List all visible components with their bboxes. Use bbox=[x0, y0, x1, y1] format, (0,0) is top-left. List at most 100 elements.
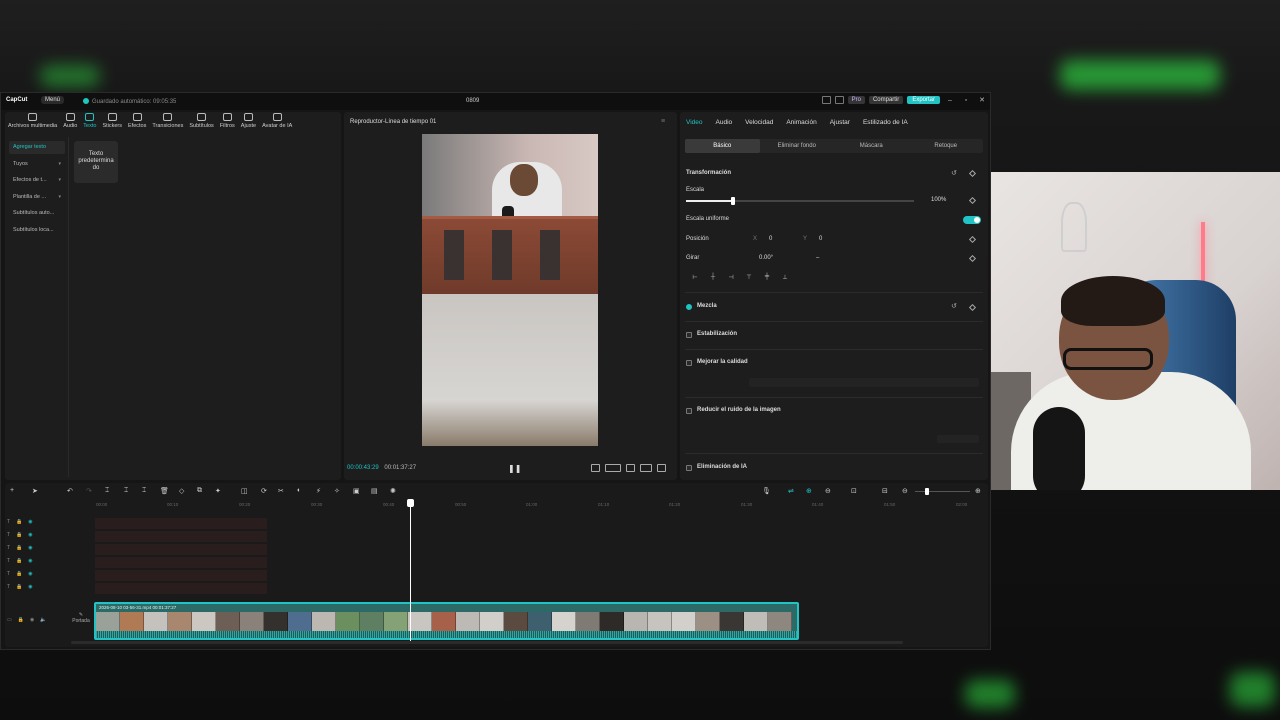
zoom-slider[interactable] bbox=[915, 491, 970, 492]
fullscreen-icon[interactable] bbox=[657, 464, 666, 472]
uniform-scale-toggle[interactable] bbox=[963, 216, 981, 224]
playhead[interactable] bbox=[407, 499, 414, 641]
ghost-text-clip[interactable] bbox=[95, 583, 267, 594]
enhance-checkbox[interactable] bbox=[686, 360, 692, 366]
tool-text[interactable]: Texto bbox=[80, 113, 99, 135]
share-button[interactable]: Compartir bbox=[868, 96, 904, 104]
stabilize-checkbox[interactable] bbox=[686, 332, 692, 338]
noise-checkbox[interactable] bbox=[686, 408, 692, 414]
shortcut-icon[interactable] bbox=[834, 96, 844, 104]
zoom-slider-handle[interactable] bbox=[925, 488, 929, 495]
tool-ai-avatar[interactable]: Avatar de IA bbox=[259, 113, 295, 135]
undo-icon[interactable]: ↶ bbox=[67, 487, 73, 495]
crop-icon[interactable] bbox=[591, 464, 600, 472]
align-bottom-icon[interactable]: ⊥ bbox=[778, 274, 792, 284]
ghost-text-clip[interactable] bbox=[95, 544, 267, 555]
maximize-icon[interactable]: ▫ bbox=[960, 97, 972, 104]
tool-stickers[interactable]: Stickers bbox=[99, 113, 125, 135]
speed-icon[interactable]: ⚡ bbox=[316, 487, 321, 495]
minimize-icon[interactable]: – bbox=[944, 97, 956, 104]
ai-tool-icon[interactable]: ✺ bbox=[390, 487, 396, 495]
cut-icon[interactable]: ✂ bbox=[278, 487, 284, 495]
tab-audio[interactable]: Audio bbox=[716, 119, 733, 126]
reset-icon[interactable]: ↺ bbox=[951, 302, 957, 310]
menu-button[interactable]: Menú bbox=[41, 96, 65, 104]
tool-effects[interactable]: Efectos bbox=[125, 113, 149, 135]
track-header[interactable]: T 🔒 ◉ bbox=[7, 532, 67, 542]
sidemenu-local-captions[interactable]: Subtítulos loca... bbox=[9, 224, 65, 237]
crop-tool-icon[interactable]: ⧉ bbox=[197, 487, 202, 495]
video-preview[interactable] bbox=[422, 134, 598, 446]
pro-button[interactable]: Pro bbox=[847, 96, 865, 104]
tab-animation[interactable]: Animación bbox=[786, 119, 816, 126]
rotate-tool-icon[interactable]: ⟳ bbox=[261, 487, 267, 495]
freeze-icon[interactable]: ◐ bbox=[297, 487, 301, 494]
export-button[interactable]: Exportar bbox=[907, 96, 940, 104]
subtab-retouch[interactable]: Retoque bbox=[909, 139, 984, 153]
tool-media[interactable]: Archivos multimedia bbox=[5, 113, 60, 135]
tab-speed[interactable]: Velocidad bbox=[745, 119, 773, 126]
link-icon[interactable]: ⇌ bbox=[788, 487, 794, 495]
align-center-icon[interactable]: ┼ bbox=[706, 274, 720, 284]
align-left-icon[interactable]: ⊢ bbox=[688, 274, 702, 284]
image-icon[interactable]: ▤ bbox=[371, 487, 378, 495]
sidemenu-text-effects[interactable]: Efectos de t... ▾ bbox=[9, 174, 65, 187]
tool-subtitles[interactable]: Subtítulos bbox=[186, 113, 216, 135]
split-left-icon[interactable]: ⌶ bbox=[124, 487, 128, 495]
magic-icon[interactable]: ✧ bbox=[334, 487, 340, 495]
tab-video[interactable]: Video bbox=[686, 119, 703, 126]
timeline-scrollbar[interactable] bbox=[71, 641, 903, 644]
main-track-header[interactable]: ▭ 🔒 ◉ 🔈 bbox=[7, 617, 67, 627]
position-x-input[interactable]: 0 bbox=[769, 236, 772, 242]
scale-value[interactable]: 100% bbox=[931, 197, 946, 203]
screen-icon[interactable]: ▣ bbox=[353, 487, 360, 495]
subtab-remove-bg[interactable]: Eliminar fondo bbox=[760, 139, 835, 153]
default-text-card[interactable]: Texto predetermina do bbox=[74, 141, 118, 183]
pause-icon[interactable]: ❚❚ bbox=[508, 464, 521, 473]
tab-ai-style[interactable]: Estilizado de IA bbox=[863, 119, 908, 126]
align-middle-icon[interactable]: ╪ bbox=[760, 274, 774, 284]
cover-button[interactable]: ✎ Portada bbox=[70, 612, 92, 624]
track-header[interactable]: T 🔒 ◉ bbox=[7, 571, 67, 581]
redo-icon[interactable]: ↷ bbox=[86, 487, 92, 495]
subtab-basic[interactable]: Básico bbox=[685, 139, 760, 153]
track-header[interactable]: T 🔒 ◉ bbox=[7, 584, 67, 594]
track-header[interactable]: T 🔒 ◉ bbox=[7, 545, 67, 555]
scale-slider-handle[interactable] bbox=[731, 197, 735, 205]
ghost-text-clip[interactable] bbox=[95, 531, 267, 542]
subtab-mask[interactable]: Máscara bbox=[834, 139, 909, 153]
rotate-flip[interactable]: – bbox=[816, 255, 819, 261]
add-track-icon[interactable]: + bbox=[10, 487, 14, 494]
zoom-out-icon[interactable]: ⊖ bbox=[902, 487, 908, 495]
quality-icon[interactable] bbox=[605, 464, 621, 472]
sidemenu-yours[interactable]: Tuyos ▾ bbox=[9, 158, 65, 171]
track-header[interactable]: T 🔒 ◉ bbox=[7, 558, 67, 568]
reset-icon[interactable]: ↺ bbox=[951, 169, 957, 177]
split-right-icon[interactable]: ⌶ bbox=[142, 487, 146, 495]
split-icon[interactable]: ⌶ bbox=[105, 487, 109, 495]
marker-icon[interactable]: ◇ bbox=[179, 487, 184, 495]
select-tool-icon[interactable]: ➤ bbox=[32, 487, 38, 495]
mirror-icon[interactable]: ◫ bbox=[241, 487, 248, 495]
chain-icon[interactable]: ⊖ bbox=[825, 487, 831, 495]
position-y-input[interactable]: 0 bbox=[819, 236, 822, 242]
preview-axis-icon[interactable]: ⊟ bbox=[882, 487, 888, 495]
snapshot-icon[interactable] bbox=[626, 464, 635, 472]
ghost-text-clip[interactable] bbox=[95, 518, 267, 529]
delete-icon[interactable]: 🗑 bbox=[160, 487, 169, 495]
align-right-icon[interactable]: ⊣ bbox=[724, 274, 738, 284]
tool-transitions[interactable]: Transiciones bbox=[149, 113, 186, 135]
magnet-icon[interactable]: ⊕ bbox=[806, 487, 812, 495]
sidemenu-auto-captions[interactable]: Subtítulos auto... bbox=[9, 207, 65, 220]
ai-icon[interactable]: ✦ bbox=[215, 487, 221, 495]
align-top-icon[interactable]: ⊤ bbox=[742, 274, 756, 284]
rotate-input[interactable]: 0.00° bbox=[759, 255, 773, 261]
sidemenu-templates[interactable]: Plantilla de ... ▾ bbox=[9, 191, 65, 204]
microphone-icon[interactable]: 🎙 bbox=[762, 487, 771, 495]
ratio-icon[interactable] bbox=[640, 464, 652, 472]
timeline-ruler[interactable]: 00:00 00:10 00:20 00:30 00:40 00:50 01:0… bbox=[94, 502, 984, 512]
blend-checkbox[interactable] bbox=[686, 304, 692, 310]
removal-checkbox[interactable] bbox=[686, 465, 692, 471]
tool-audio[interactable]: Audio bbox=[60, 113, 80, 135]
tab-adjust[interactable]: Ajustar bbox=[830, 119, 850, 126]
